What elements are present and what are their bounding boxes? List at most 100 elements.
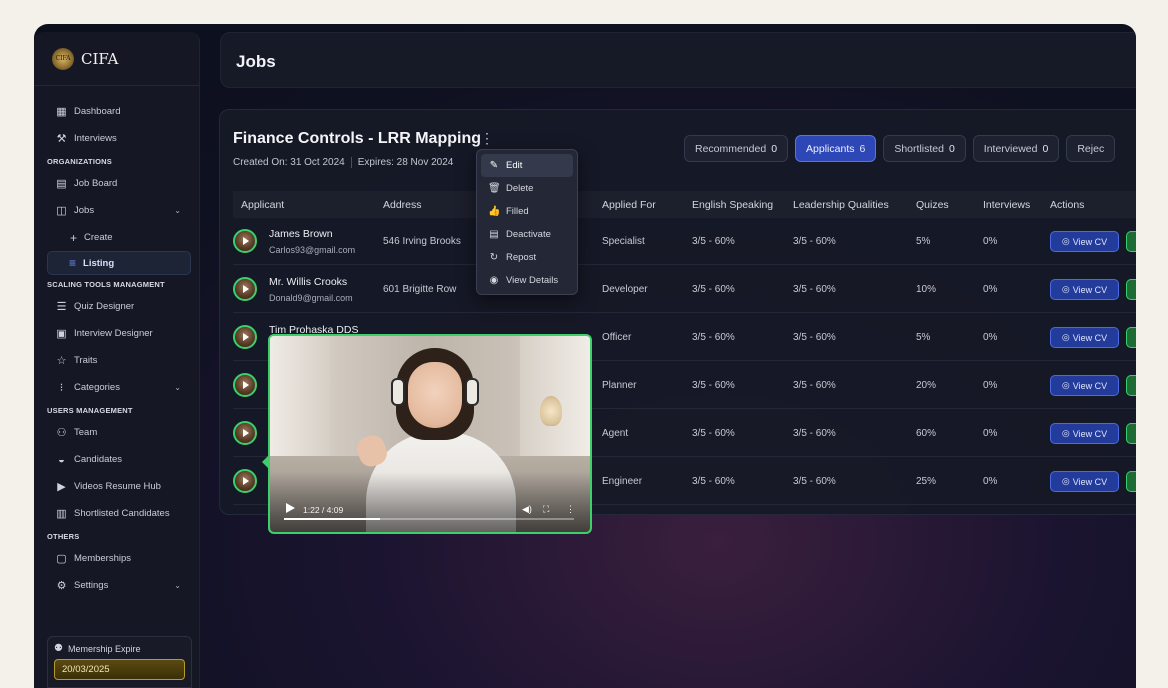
- tab-interviewed[interactable]: Interviewed 0: [972, 135, 1060, 162]
- volume-icon[interactable]: ◀︎): [522, 504, 532, 515]
- menu-item-filled[interactable]: 👍 Filled: [481, 200, 573, 223]
- tab-recommended[interactable]: Recommended 0: [684, 135, 789, 162]
- cell-english-speaking: 3/5 - 60%: [692, 380, 735, 391]
- view-cv-button[interactable]: ◎ View CV: [1050, 423, 1119, 444]
- sidebar: CIFA CIFA ▦ Dashboard ⚒ Interviews ORGAN…: [34, 32, 200, 688]
- shortlist-button[interactable]: [1126, 279, 1136, 300]
- cell-quizes: 5%: [916, 236, 931, 247]
- menu-item-view-details[interactable]: ◉ View Details: [481, 269, 573, 292]
- avatar-video[interactable]: [233, 229, 257, 253]
- shortlist-button[interactable]: [1126, 375, 1136, 396]
- col-english-speaking: English Speaking: [692, 198, 774, 211]
- sidebar-item-label: Jobs: [74, 205, 95, 216]
- cell-applied-for: Engineer: [602, 476, 643, 487]
- play-icon[interactable]: [286, 503, 295, 513]
- view-cv-button[interactable]: ◎ View CV: [1050, 327, 1119, 348]
- play-icon: [243, 381, 249, 389]
- avatar-video[interactable]: [233, 277, 257, 301]
- brand[interactable]: CIFA CIFA: [34, 32, 199, 86]
- col-quizes: Quizes: [916, 198, 949, 211]
- play-icon: [243, 429, 249, 437]
- col-applicant: Applicant: [241, 198, 285, 211]
- cell-leadership: 3/5 - 60%: [793, 284, 836, 295]
- fullscreen-icon[interactable]: ⛶: [543, 504, 549, 515]
- video-progress-bar[interactable]: [284, 518, 574, 520]
- video-preview[interactable]: 1:22 / 4:09 ◀︎) ⛶ ⋮: [268, 334, 592, 534]
- menu-item-repost[interactable]: ↻ Repost: [481, 246, 573, 269]
- view-cv-button[interactable]: ◎ View CV: [1050, 471, 1119, 492]
- avatar-video[interactable]: [233, 325, 257, 349]
- view-cv-button[interactable]: ◎ View CV: [1050, 279, 1119, 300]
- sidebar-item-quiz-designer[interactable]: ☰ Quiz Designer: [34, 293, 199, 320]
- membership-icon: ▢: [56, 553, 67, 565]
- tab-rejected[interactable]: Rejec: [1066, 135, 1116, 162]
- cell-quizes: 25%: [916, 476, 937, 487]
- menu-item-delete[interactable]: 🗑 Delete: [481, 177, 573, 200]
- avatar-video[interactable]: [233, 373, 257, 397]
- sidebar-item-label: Create: [84, 232, 113, 243]
- sidebar-item-candidates[interactable]: ◒ Candidates: [34, 446, 199, 473]
- tab-applicants[interactable]: Applicants 6: [795, 135, 877, 162]
- more-options-icon[interactable]: ⋮: [566, 504, 575, 515]
- shortlist-button[interactable]: [1126, 327, 1136, 348]
- cell-interviews: 0%: [983, 428, 998, 439]
- tab-count: 0: [948, 142, 955, 155]
- cell-interviews: 0%: [983, 380, 998, 391]
- plus-icon: +: [70, 230, 78, 245]
- sidebar-item-dashboard[interactable]: ▦ Dashboard: [34, 98, 199, 125]
- view-cv-label: View CV: [1072, 236, 1108, 247]
- view-cv-button[interactable]: ◎ View CV: [1050, 231, 1119, 252]
- sidebar-item-listing[interactable]: ≡ Listing: [47, 251, 191, 275]
- table-row[interactable]: James Brown Carlos93@gmail.com 546 Irving …: [233, 218, 1136, 265]
- dashboard-icon: ▦: [56, 106, 67, 118]
- applicant-email: Carlos93@gmail.com: [269, 245, 356, 255]
- sidebar-item-jobs[interactable]: ◫ Jobs ⌄: [34, 197, 199, 224]
- col-address: Address: [383, 198, 422, 211]
- cell-english-speaking: 3/5 - 60%: [692, 476, 735, 487]
- sidebar-item-interviews[interactable]: ⚒ Interviews: [34, 125, 199, 152]
- cell-quizes: 20%: [916, 380, 937, 391]
- sidebar-item-create[interactable]: + Create: [34, 224, 199, 251]
- sidebar-item-settings[interactable]: ⚙ Settings ⌄: [34, 572, 199, 599]
- cell-address: 601 Brigitte Row: [383, 284, 457, 295]
- gear-icon: ⚙: [56, 580, 67, 592]
- sidebar-item-team[interactable]: ⚇ Team: [34, 419, 199, 446]
- eye-icon: ◉: [489, 275, 499, 286]
- sidebar-item-label: Categories: [74, 382, 120, 393]
- sidebar-item-memberships[interactable]: ▢ Memberships: [34, 545, 199, 572]
- team-icon: ⚉: [54, 643, 63, 654]
- view-cv-label: View CV: [1072, 428, 1108, 439]
- shortlist-button[interactable]: [1126, 231, 1136, 252]
- table-row[interactable]: Mr. Willis Crooks Donald9@gmail.com 601 Br…: [233, 266, 1136, 313]
- job-meta: Created On: 31 Oct 2024 Expires: 28 Nov …: [233, 157, 453, 168]
- tab-count: 0: [1042, 142, 1049, 155]
- cell-quizes: 5%: [916, 332, 931, 343]
- shortlist-button[interactable]: [1126, 423, 1136, 444]
- sidebar-item-label: Job Board: [74, 178, 118, 189]
- video-controls: 1:22 / 4:09 ◀︎) ⛶ ⋮: [270, 492, 590, 532]
- shortlist-button[interactable]: [1126, 471, 1136, 492]
- sidebar-item-interview-designer[interactable]: ▣ Interview Designer: [34, 320, 199, 347]
- cell-interviews: 0%: [983, 236, 998, 247]
- menu-item-deactivate[interactable]: ▤ Deactivate: [481, 223, 573, 246]
- sidebar-item-categories[interactable]: ⁝ Categories ⌄: [34, 374, 199, 401]
- avatar-video[interactable]: [233, 469, 257, 493]
- sidebar-item-videos-resume-hub[interactable]: ▶ Videos Resume Hub: [34, 473, 199, 500]
- sidebar-item-job-board[interactable]: ▤ Job Board: [34, 170, 199, 197]
- applicant-email: Donald9@gmail.com: [269, 293, 353, 303]
- applicant-name: James Brown: [269, 228, 333, 240]
- menu-item-edit[interactable]: ✎ Edit: [481, 154, 573, 177]
- play-icon: [243, 237, 249, 245]
- kebab-menu-icon[interactable]: ⋮: [479, 130, 495, 147]
- avatar-video[interactable]: [233, 421, 257, 445]
- tab-label: Shortlisted: [894, 142, 944, 155]
- sidebar-item-traits[interactable]: ☆ Traits: [34, 347, 199, 374]
- cell-applied-for: Officer: [602, 332, 632, 343]
- tab-shortlisted[interactable]: Shortlisted 0: [883, 135, 966, 162]
- id-card-icon: ▣: [56, 328, 67, 340]
- cell-english-speaking: 3/5 - 60%: [692, 332, 735, 343]
- section-organizations: ORGANIZATIONS: [47, 157, 112, 166]
- cell-applied-for: Agent: [602, 428, 629, 439]
- sidebar-item-shortlisted-candidates[interactable]: ▥ Shortlisted Candidates: [34, 500, 199, 527]
- view-cv-button[interactable]: ◎ View CV: [1050, 375, 1119, 396]
